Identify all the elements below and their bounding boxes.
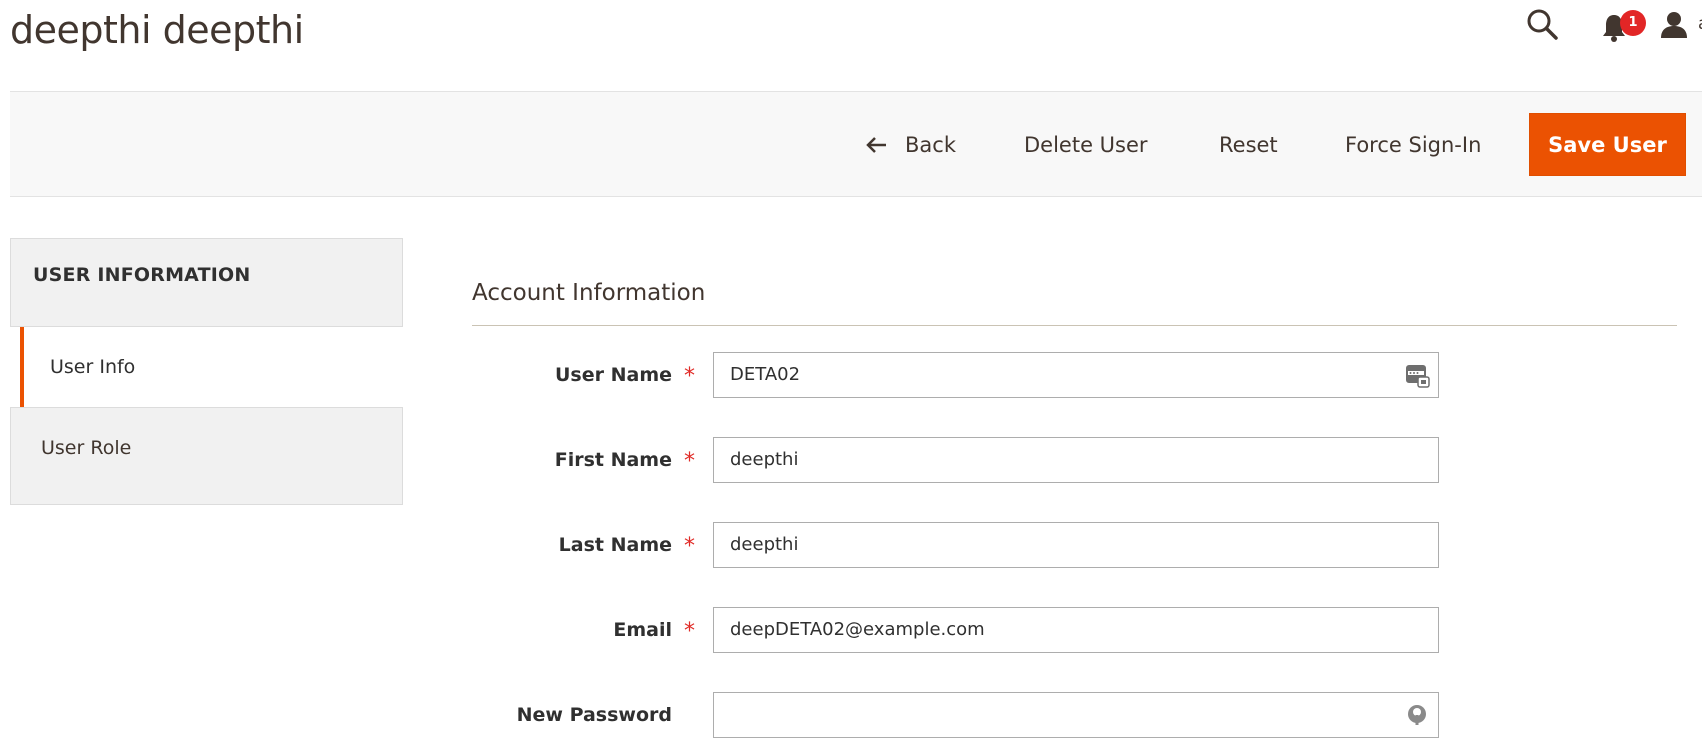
search-icon xyxy=(1527,9,1558,40)
arrow-left-icon xyxy=(866,137,886,153)
last-name-label: Last Name xyxy=(558,534,672,556)
search-button[interactable] xyxy=(1526,8,1560,42)
username-field[interactable]: DETA02 xyxy=(713,352,1439,398)
back-button-label: Back xyxy=(905,133,956,157)
user-icon xyxy=(1661,12,1687,38)
delete-user-button[interactable]: Delete User xyxy=(1024,92,1148,198)
save-user-button[interactable]: Save User xyxy=(1529,113,1686,176)
required-marker: * xyxy=(684,449,695,474)
page-title: deepthi deepthi xyxy=(10,8,304,52)
notification-count-badge: 1 xyxy=(1620,10,1646,36)
new-password-row: New Password xyxy=(472,692,1472,738)
sidebar-item-user-info[interactable]: User Info xyxy=(20,327,403,407)
last-name-row: Last Name * deepthi xyxy=(472,522,1472,568)
username-row: User Name * DETA02 xyxy=(472,352,1472,398)
email-field[interactable]: deepDETA02@example.com xyxy=(713,607,1439,653)
first-name-label: First Name xyxy=(554,449,672,471)
user-menu-button[interactable]: admin xyxy=(1660,8,1702,40)
back-button[interactable]: Back xyxy=(865,92,956,198)
new-password-label: New Password xyxy=(516,704,672,726)
password-manager-icon[interactable] xyxy=(1404,362,1430,388)
force-sign-in-button[interactable]: Force Sign-In xyxy=(1345,92,1481,198)
first-name-row: First Name * deepthi xyxy=(472,437,1472,483)
required-marker: * xyxy=(684,364,695,389)
username-label: User Name xyxy=(554,364,672,386)
reset-button[interactable]: Reset xyxy=(1219,92,1278,198)
sidebar: USER INFORMATION User Info User Role xyxy=(10,238,403,505)
user-name: admin xyxy=(1698,14,1702,34)
sidebar-heading: USER INFORMATION xyxy=(10,238,403,313)
first-name-field[interactable]: deepthi xyxy=(713,437,1439,483)
required-marker: * xyxy=(684,619,695,644)
email-row: Email * deepDETA02@example.com xyxy=(472,607,1472,653)
page-actions-bar: Back Delete User Reset Force Sign-In Sav… xyxy=(10,91,1702,197)
required-marker: * xyxy=(684,534,695,559)
key-icon[interactable] xyxy=(1404,702,1430,728)
sidebar-item-user-role[interactable]: User Role xyxy=(10,407,403,505)
section-title: Account Information xyxy=(472,280,706,306)
new-password-field[interactable] xyxy=(713,692,1439,738)
last-name-field[interactable]: deepthi xyxy=(713,522,1439,568)
sidebar-divider xyxy=(10,313,403,327)
email-label: Email xyxy=(613,619,672,641)
section-divider xyxy=(472,325,1677,326)
header-actions: 1 admin xyxy=(1402,0,1702,50)
notifications-button[interactable]: 1 xyxy=(1600,10,1646,42)
